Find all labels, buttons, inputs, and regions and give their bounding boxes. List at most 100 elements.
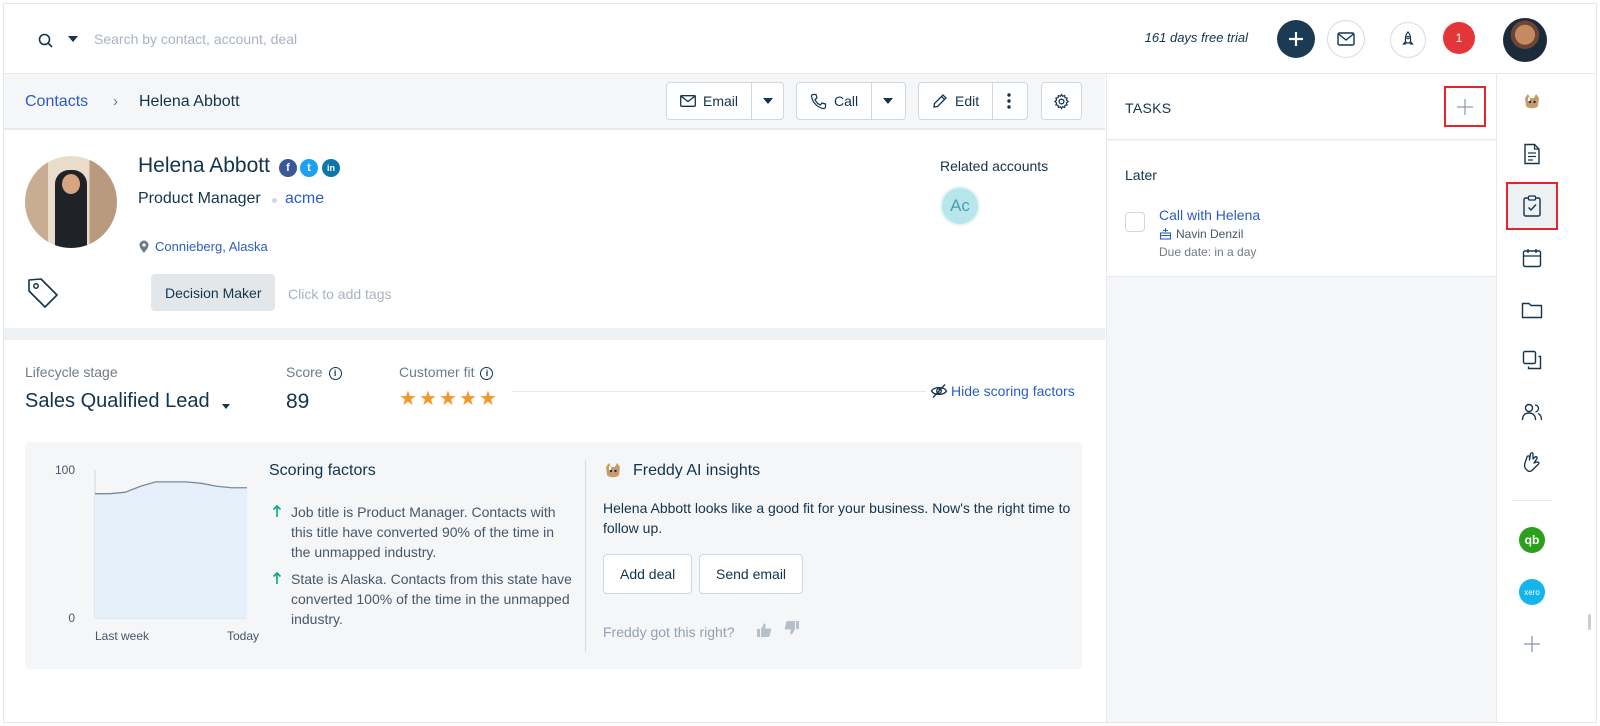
app-window: 161 days free trial 1 Contacts › Helena … (3, 3, 1597, 723)
rail-xero-button[interactable]: xero (1514, 574, 1550, 610)
top-bar: 161 days free trial 1 (4, 4, 1596, 74)
thumbs-up-icon[interactable] (756, 622, 772, 638)
customer-fit-label: Customer fit (399, 364, 475, 380)
section-divider (4, 328, 1105, 340)
quick-add-button[interactable] (1277, 20, 1315, 58)
thumbs-down-icon[interactable] (784, 620, 800, 636)
contact-main: Contacts › Helena Abbott Email Call Edit… (4, 74, 1105, 722)
scoring-panel: 100 0 Last week Today Scoring factors Job t… (25, 442, 1082, 669)
linkedin-icon[interactable]: in (322, 159, 340, 177)
rail-notes-button[interactable] (1514, 136, 1550, 172)
edit-button[interactable]: Edit (919, 83, 992, 119)
call-dropdown-toggle[interactable] (871, 83, 904, 119)
trial-text: 161 days free trial (1144, 30, 1248, 45)
facebook-icon[interactable]: f (279, 159, 297, 177)
more-vertical-icon (1007, 93, 1011, 109)
rail-calendar-button[interactable] (1514, 240, 1550, 276)
breadcrumb-current: Helena Abbott (139, 93, 240, 110)
info-icon[interactable]: i (480, 367, 494, 380)
plus-icon (1289, 32, 1303, 46)
inbox-button[interactable] (1327, 20, 1365, 58)
contact-header-bar: Contacts › Helena Abbott Email Call Edit (4, 74, 1105, 130)
tag-icon (28, 278, 58, 308)
contact-photo[interactable] (25, 156, 117, 248)
related-accounts-label: Related accounts (940, 158, 1049, 174)
folder-icon (1521, 302, 1543, 319)
lifecycle-stage-label: Lifecycle stage (25, 364, 118, 380)
tag-decision-maker[interactable]: Decision Maker (151, 274, 276, 311)
info-icon[interactable]: i (328, 367, 342, 380)
user-avatar[interactable] (1503, 18, 1547, 62)
tasks-panel: TASKS Later Call with Helena Navin Denzi… (1106, 74, 1497, 722)
location-pin-icon (139, 240, 149, 253)
rail-tasks-button[interactable] (1514, 188, 1550, 224)
score-value: 89 (286, 390, 310, 413)
mail-icon (1337, 32, 1355, 46)
task-title-link[interactable]: Call with Helena (1159, 207, 1260, 223)
chevron-down-icon[interactable] (222, 404, 230, 409)
scoring-factor-item: Job title is Product Manager. Contacts w… (269, 502, 574, 562)
chart-x-tick: Today (227, 629, 259, 643)
owner-icon (1159, 228, 1172, 240)
related-account-avatar[interactable]: Ac (940, 186, 980, 226)
email-dropdown-toggle[interactable] (751, 83, 783, 119)
right-sidebar: qb xero (1498, 74, 1596, 722)
chart-x-tick: Last week (95, 629, 150, 643)
eye-off-icon[interactable] (930, 383, 948, 399)
rail-freddy-button[interactable] (1514, 84, 1550, 120)
search-scope-dropdown[interactable] (68, 36, 78, 42)
rail-divider (1512, 500, 1552, 501)
email-button-label: Email (703, 93, 739, 109)
scoring-factor-item: State is Alaska. Contacts from this stat… (269, 569, 574, 629)
phone-icon (810, 93, 827, 109)
scrollbar-thumb[interactable] (1588, 614, 1591, 630)
send-email-button[interactable]: Send email (699, 554, 804, 594)
notifications-badge[interactable]: 1 (1443, 22, 1475, 54)
star-icon: ★ (399, 388, 417, 410)
rail-duplicates-button[interactable] (1514, 342, 1550, 378)
contact-name: Helena Abbott (138, 154, 270, 177)
chart-y-tick: 0 (68, 611, 75, 625)
task-owner: Navin Denzil (1176, 227, 1244, 241)
task-icon (1523, 195, 1541, 217)
lifecycle-stage-dropdown[interactable]: Sales Qualified Lead (25, 390, 210, 413)
rail-contacts-button[interactable] (1514, 394, 1550, 430)
search-icon[interactable] (37, 32, 55, 50)
customer-fit-stars: ★ ★ ★ ★ ★ (399, 388, 497, 410)
call-button[interactable]: Call (797, 83, 871, 119)
gear-icon (1053, 92, 1070, 110)
copy-icon (1522, 350, 1542, 370)
edit-button-label: Edit (955, 93, 980, 109)
edit-button-group: Edit (918, 82, 1028, 120)
twitter-icon[interactable]: t (300, 159, 318, 177)
add-task-button[interactable] (1444, 86, 1486, 127)
scoring-factor-text: State is Alaska. Contacts from this stat… (291, 571, 572, 627)
settings-button[interactable] (1041, 82, 1082, 120)
rail-files-button[interactable] (1514, 292, 1550, 328)
pencil-icon (933, 94, 947, 108)
hide-scoring-factors-link[interactable]: Hide scoring factors (951, 383, 1075, 399)
rail-deals-button[interactable] (1514, 444, 1550, 480)
quickbooks-icon: qb (1519, 527, 1545, 553)
tasks-header: TASKS (1107, 74, 1496, 140)
rail-quickbooks-button[interactable]: qb (1514, 522, 1550, 558)
photo-face (62, 174, 80, 194)
scoring-section: Lifecycle stage Sales Qualified Lead Sco… (4, 340, 1105, 722)
rail-add-integration-button[interactable] (1514, 626, 1550, 662)
breadcrumb-contacts-link[interactable]: Contacts (25, 93, 88, 111)
contact-location-link[interactable]: Connieberg, Alaska (155, 239, 268, 254)
contact-company-link[interactable]: acme (285, 190, 324, 208)
star-icon: ★ (479, 388, 497, 410)
add-tags-input[interactable]: Click to add tags (288, 286, 392, 302)
search-input[interactable] (94, 26, 694, 52)
email-button[interactable]: Email (667, 83, 751, 119)
vertical-divider (585, 460, 586, 652)
more-actions-button[interactable] (992, 83, 1025, 119)
task-checkbox[interactable] (1125, 212, 1145, 232)
chevron-down-icon (883, 98, 894, 104)
add-deal-button[interactable]: Add deal (603, 554, 693, 594)
task-group-label: Later (1125, 167, 1157, 183)
arrow-up-icon (272, 504, 282, 517)
chart-area-fill (95, 481, 247, 618)
getting-started-button[interactable] (1390, 22, 1426, 58)
